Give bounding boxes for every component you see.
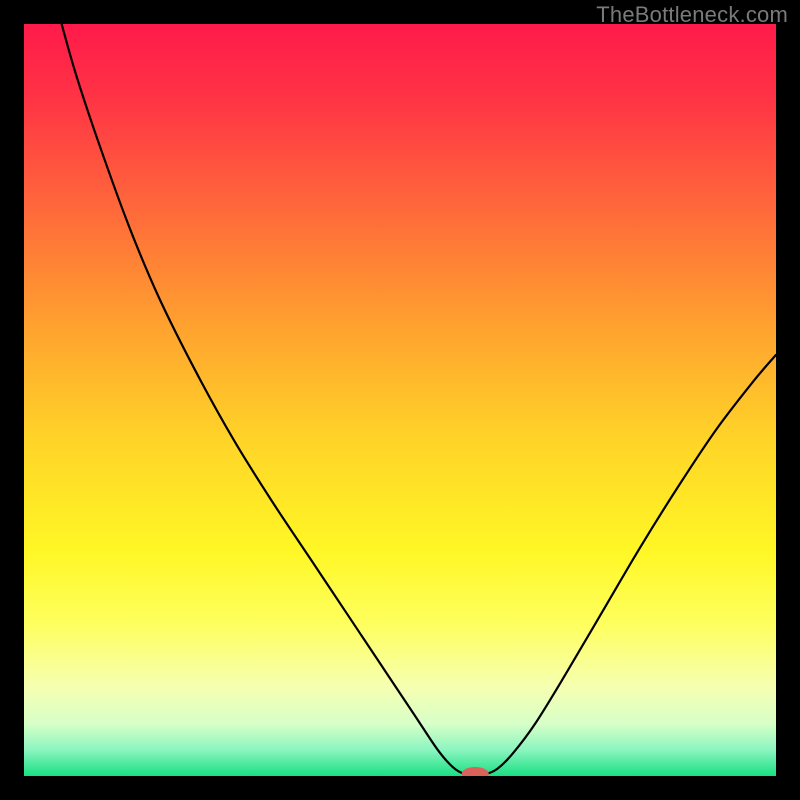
chart-frame bbox=[24, 24, 776, 776]
gradient-background bbox=[24, 24, 776, 776]
bottleneck-chart bbox=[24, 24, 776, 776]
watermark-text: TheBottleneck.com bbox=[596, 2, 788, 28]
